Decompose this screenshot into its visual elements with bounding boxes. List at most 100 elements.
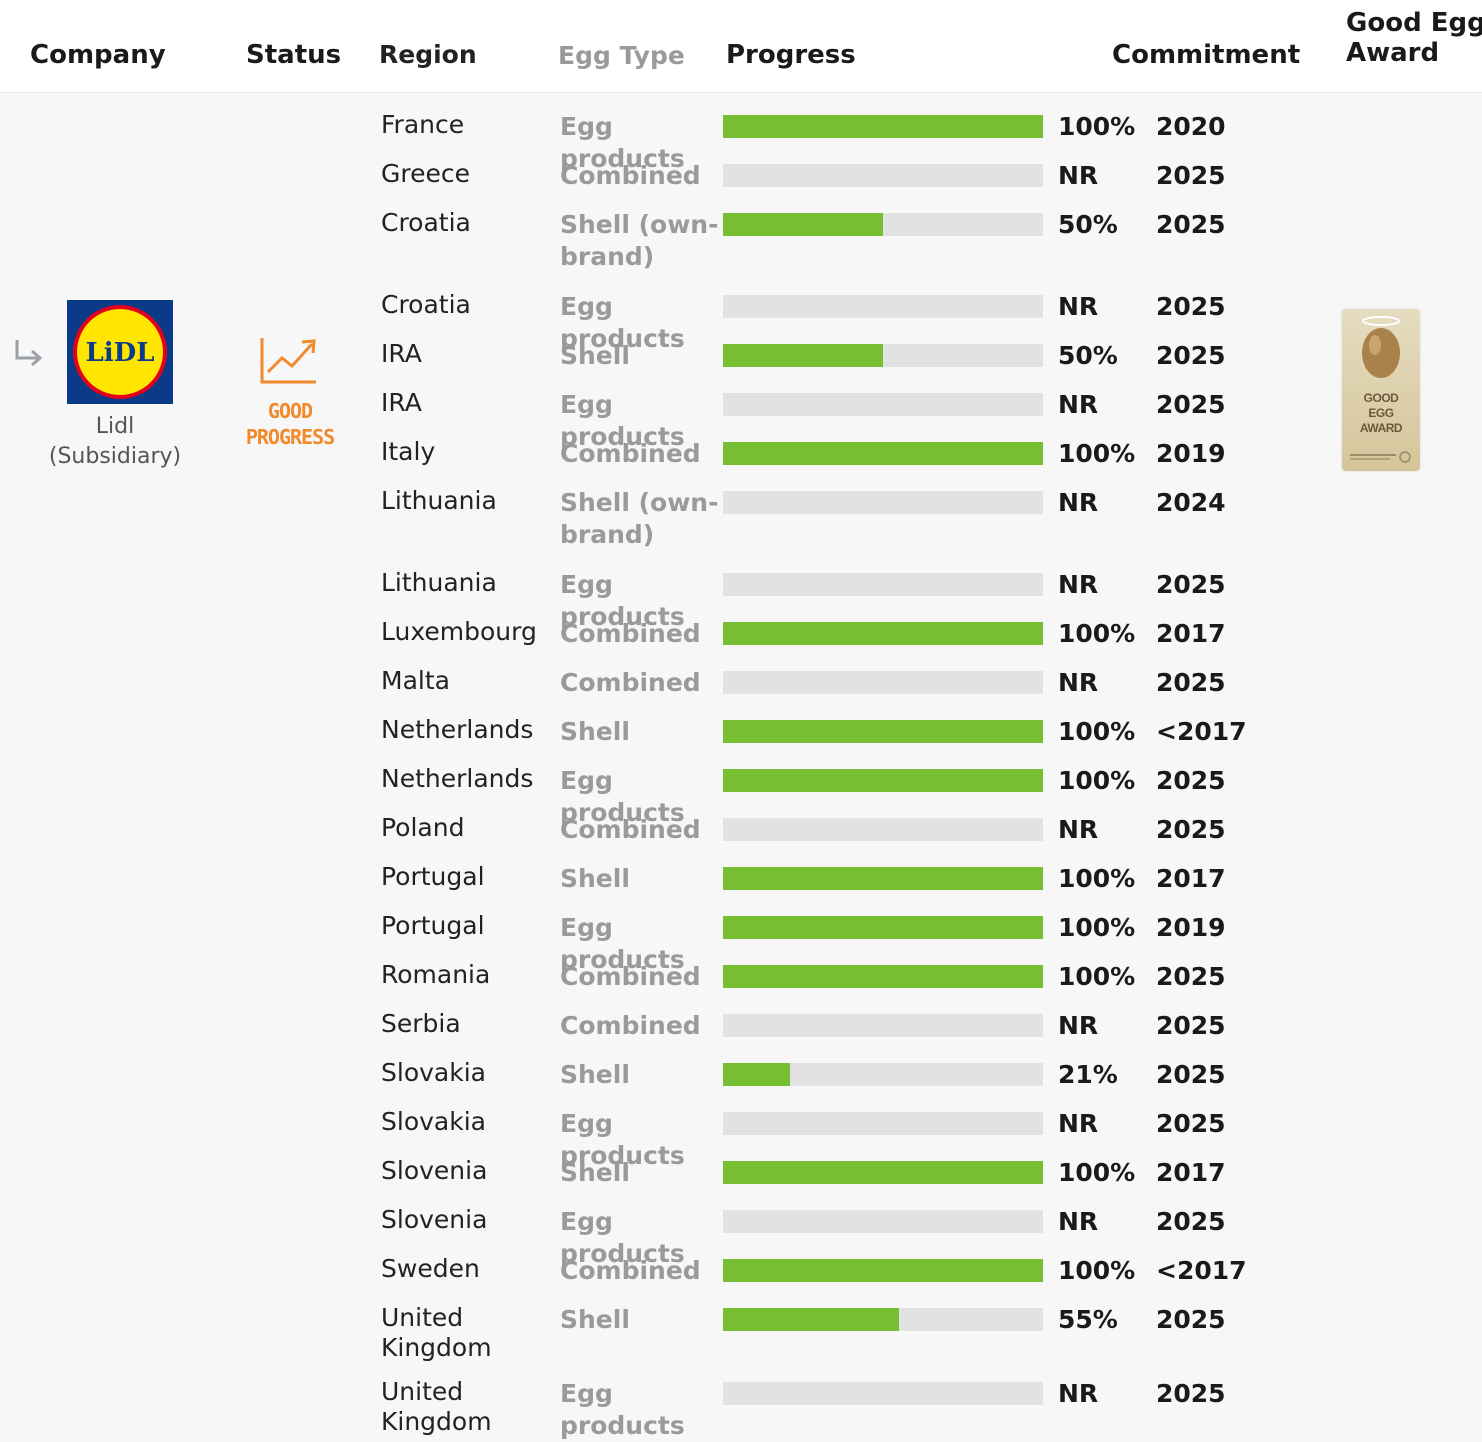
progress-percent: 100% bbox=[1058, 619, 1136, 648]
trending-up-icon bbox=[260, 338, 316, 384]
column-header-status[interactable]: Status bbox=[246, 40, 341, 70]
progress-bar bbox=[723, 1259, 1043, 1282]
progress-bar bbox=[723, 720, 1043, 743]
progress-percent: NR bbox=[1058, 1109, 1099, 1138]
progress-bar bbox=[723, 818, 1043, 841]
egg-type-cell: Shell bbox=[560, 1305, 630, 1334]
progress-percent: NR bbox=[1058, 1379, 1099, 1408]
progress-bar bbox=[723, 344, 1043, 367]
egg-type-cell: Combined bbox=[560, 439, 701, 468]
progress-bar bbox=[723, 1014, 1043, 1037]
commitment-year: 2025 bbox=[1156, 210, 1226, 239]
egg-type-cell: Combined bbox=[560, 619, 701, 648]
region-cell: Luxembourg bbox=[381, 617, 537, 646]
egg-type-cell: Combined bbox=[560, 1256, 701, 1285]
progress-percent: NR bbox=[1058, 488, 1099, 517]
progress-bar bbox=[723, 393, 1043, 416]
progress-bar bbox=[723, 573, 1043, 596]
status-line-2: PROGRESS bbox=[245, 425, 335, 449]
column-header-company[interactable]: Company bbox=[30, 40, 166, 70]
progress-percent: 100% bbox=[1058, 864, 1136, 893]
commitment-year: 2025 bbox=[1156, 341, 1226, 370]
region-cell: Malta bbox=[381, 666, 450, 695]
progress-percent: NR bbox=[1058, 292, 1099, 321]
egg-icon bbox=[1362, 316, 1400, 378]
progress-bar-fill bbox=[723, 720, 1043, 743]
progress-bar-fill bbox=[723, 916, 1043, 939]
progress-bar-fill bbox=[723, 344, 883, 367]
award-line-3: AWARD bbox=[1359, 421, 1403, 435]
commitment-year: 2025 bbox=[1156, 390, 1226, 419]
commitment-year: 2025 bbox=[1156, 292, 1226, 321]
column-header-progress[interactable]: Progress bbox=[726, 40, 856, 70]
commitment-year: 2025 bbox=[1156, 1305, 1226, 1334]
progress-bar-fill bbox=[723, 115, 1043, 138]
progress-percent: 100% bbox=[1058, 913, 1136, 942]
commitment-year: 2025 bbox=[1156, 1379, 1226, 1408]
progress-bar-fill bbox=[723, 1259, 1043, 1282]
award-text: GOOD EGG AWARD bbox=[1342, 391, 1420, 436]
progress-percent: 100% bbox=[1058, 1158, 1136, 1187]
commitment-year: 2025 bbox=[1156, 570, 1226, 599]
progress-bar-fill bbox=[723, 622, 1043, 645]
progress-bar-fill bbox=[723, 442, 1043, 465]
company-subtitle: (Subsidiary) bbox=[48, 444, 182, 469]
progress-percent: 21% bbox=[1058, 1060, 1118, 1089]
column-header-egg-type[interactable]: Egg Type bbox=[558, 40, 723, 72]
column-header-good-egg-award[interactable]: Good Egg Award bbox=[1346, 8, 1482, 68]
egg-type-cell: Shell (own-brand) bbox=[560, 488, 719, 549]
region-cell: Croatia bbox=[381, 290, 471, 319]
award-line-1: GOOD bbox=[1363, 391, 1399, 405]
egg-type-cell: Combined bbox=[560, 1011, 701, 1040]
progress-bar-fill bbox=[723, 1161, 1043, 1184]
column-header-commitment[interactable]: Commitment bbox=[1112, 40, 1300, 70]
company-name-text: Lidl bbox=[95, 414, 135, 439]
progress-bar bbox=[723, 671, 1043, 694]
commitment-year: 2025 bbox=[1156, 1109, 1226, 1138]
region-cell: Slovenia bbox=[381, 1156, 488, 1185]
commitment-year: 2025 bbox=[1156, 1060, 1226, 1089]
table-header: Company Status Region Egg Type Progress … bbox=[0, 0, 1482, 93]
subsidiary-arrow-icon bbox=[15, 340, 43, 367]
status-badge: GOOD PROGRESS bbox=[238, 398, 342, 450]
egg-type-cell: Egg products bbox=[560, 1379, 685, 1440]
progress-percent: 50% bbox=[1058, 210, 1118, 239]
region-cell: Portugal bbox=[381, 911, 485, 940]
region-cell: Serbia bbox=[381, 1009, 461, 1038]
commitment-year: <2017 bbox=[1156, 1256, 1247, 1285]
award-line-2: EGG bbox=[1368, 406, 1394, 420]
progress-percent: NR bbox=[1058, 570, 1099, 599]
region-cell: United Kingdom bbox=[381, 1377, 492, 1436]
egg-type-cell: Shell bbox=[560, 1060, 630, 1089]
egg-type-cell: Shell bbox=[560, 1158, 630, 1187]
region-cell: IRA bbox=[381, 339, 422, 368]
progress-percent: NR bbox=[1058, 815, 1099, 844]
region-cell: Slovakia bbox=[381, 1107, 486, 1136]
lidl-logo[interactable]: LiDL bbox=[67, 300, 173, 404]
region-cell: Slovenia bbox=[381, 1205, 488, 1234]
region-cell: United Kingdom bbox=[381, 1303, 492, 1362]
progress-percent: 100% bbox=[1058, 962, 1136, 991]
commitment-year: 2025 bbox=[1156, 815, 1226, 844]
region-cell: Poland bbox=[381, 813, 465, 842]
region-cell: Romania bbox=[381, 960, 491, 989]
progress-percent: 100% bbox=[1058, 1256, 1136, 1285]
status-line-1: GOOD bbox=[267, 399, 313, 423]
egg-type-cell: Combined bbox=[560, 668, 701, 697]
commitment-year: 2017 bbox=[1156, 619, 1226, 648]
egg-type-cell: Shell (own-brand) bbox=[560, 210, 719, 271]
progress-bar bbox=[723, 1112, 1043, 1135]
progress-bar-fill bbox=[723, 1063, 790, 1086]
progress-bar bbox=[723, 115, 1043, 138]
region-cell: Sweden bbox=[381, 1254, 480, 1283]
progress-percent: NR bbox=[1058, 390, 1099, 419]
commitment-year: 2025 bbox=[1156, 161, 1226, 190]
region-cell: Portugal bbox=[381, 862, 485, 891]
column-header-region[interactable]: Region bbox=[379, 40, 549, 70]
region-cell: Slovakia bbox=[381, 1058, 486, 1087]
commitment-year: 2019 bbox=[1156, 439, 1226, 468]
commitment-year: 2025 bbox=[1156, 1207, 1226, 1236]
region-cell: Netherlands bbox=[381, 715, 534, 744]
commitment-year: 2020 bbox=[1156, 112, 1226, 141]
good-egg-award-badge[interactable]: GOOD EGG AWARD bbox=[1342, 309, 1420, 471]
